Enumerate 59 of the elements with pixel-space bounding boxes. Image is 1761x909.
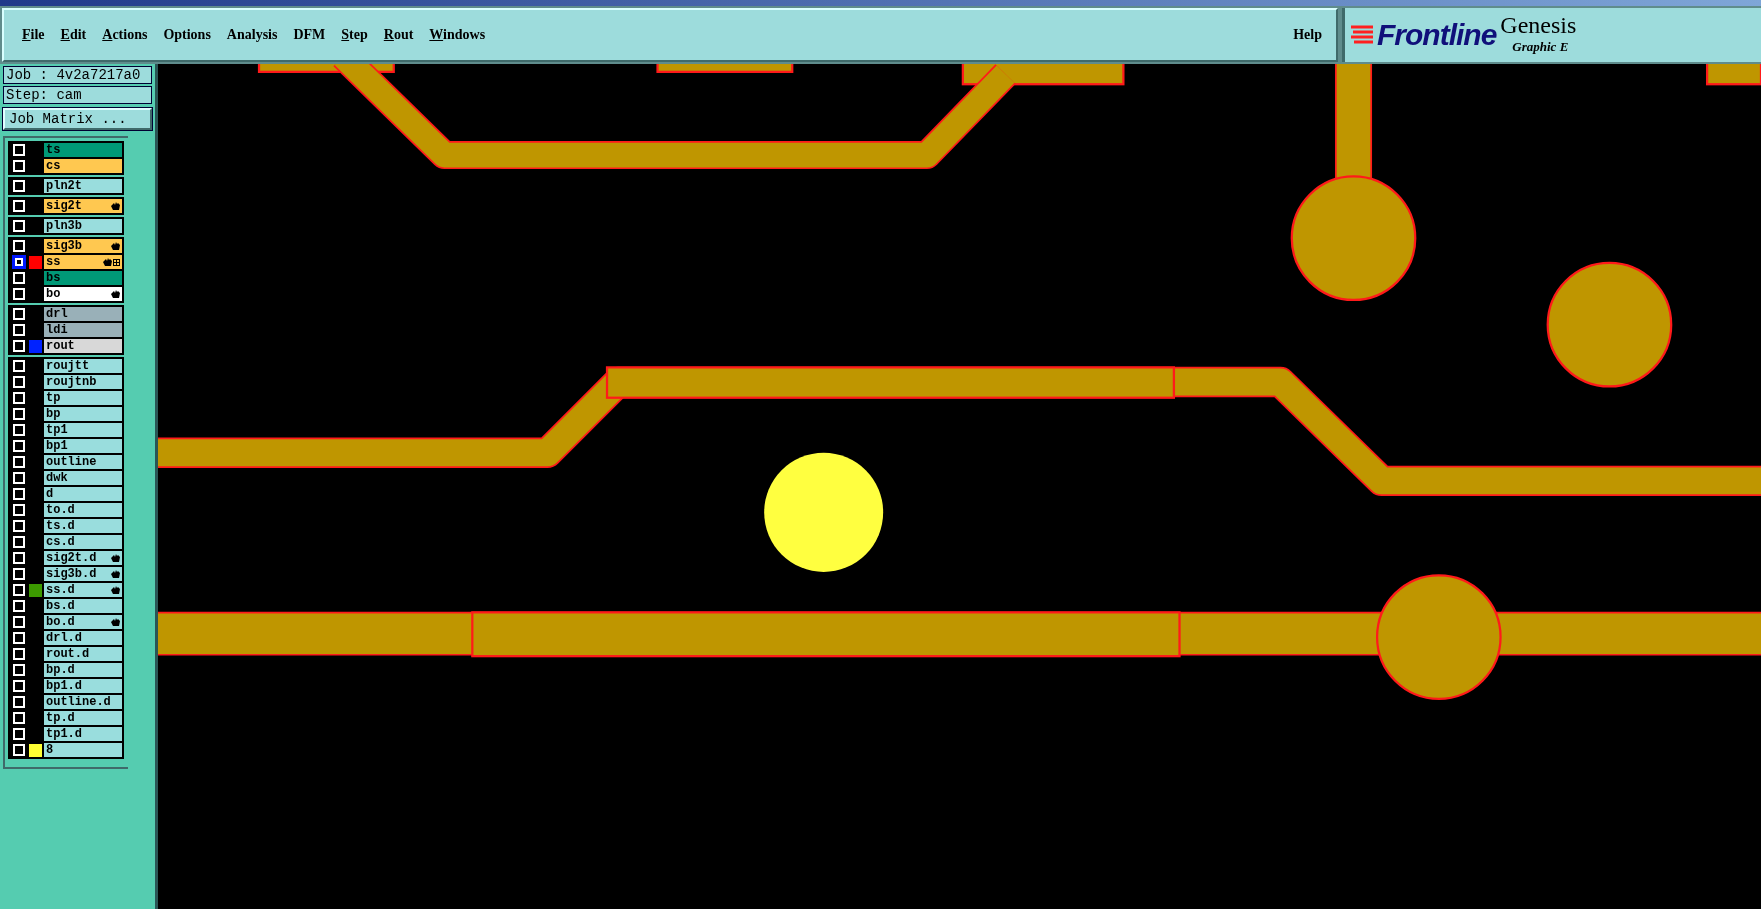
product-subtitle: Graphic E xyxy=(1511,38,1570,55)
layer-name[interactable]: drl xyxy=(44,307,122,321)
grid-icon xyxy=(113,258,120,266)
layer-name[interactable]: ts xyxy=(44,143,122,157)
layer-name[interactable]: sig3b.d xyxy=(44,567,122,581)
product-name: Genesis xyxy=(1500,11,1577,39)
layer-name[interactable]: drl.d xyxy=(44,631,122,645)
layer-name[interactable]: roujtnb xyxy=(44,375,122,389)
layer-name[interactable]: bp1 xyxy=(44,439,122,453)
layer-name[interactable]: pln3b xyxy=(44,219,122,233)
layer-name[interactable]: bo xyxy=(44,287,122,301)
job-matrix-button[interactable]: Job Matrix ... xyxy=(3,108,152,130)
speed-lines-icon xyxy=(1351,25,1373,45)
layer-name[interactable]: pln2t xyxy=(44,179,122,193)
layer-name[interactable]: cs.d xyxy=(44,535,122,549)
layer-name[interactable]: cs xyxy=(44,159,122,173)
layer-name[interactable]: bp xyxy=(44,407,122,421)
layer-name[interactable]: bs xyxy=(44,271,122,285)
layer-name[interactable]: rout.d xyxy=(44,647,122,661)
layer-name[interactable]: ss xyxy=(44,255,122,269)
layer-name[interactable]: tp1 xyxy=(44,423,122,437)
menu-item[interactable]: Options xyxy=(155,23,219,47)
menu-item[interactable]: Step xyxy=(333,23,376,47)
layer-name[interactable]: 8 xyxy=(44,743,122,757)
menu-item[interactable]: File xyxy=(14,23,53,47)
layer-name[interactable]: bp.d xyxy=(44,663,122,677)
layer-name[interactable]: ts.d xyxy=(44,519,122,533)
layer-name[interactable]: outline xyxy=(44,455,122,469)
layer-name[interactable]: bs.d xyxy=(44,599,122,613)
layer-name[interactable]: tp xyxy=(44,391,122,405)
menu-item[interactable]: DFM xyxy=(285,23,334,47)
layer-name[interactable]: ldi xyxy=(44,323,122,337)
step-label: Step: cam xyxy=(3,86,152,104)
menu-item[interactable]: Analysis xyxy=(218,23,286,47)
layer-name[interactable]: ss.d xyxy=(44,583,122,597)
layer-name[interactable]: d xyxy=(44,487,122,501)
menu-item[interactable]: Rout xyxy=(375,23,422,47)
layer-name[interactable]: dwk xyxy=(44,471,122,485)
layer-name[interactable]: roujtt xyxy=(44,359,122,373)
layer-name[interactable]: bp1.d xyxy=(44,679,122,693)
layer-name[interactable]: to.d xyxy=(44,503,122,517)
hand-icon xyxy=(111,618,120,626)
job-label: Job : 4v2a7217a0 xyxy=(3,66,152,84)
menu-item[interactable]: Windows xyxy=(421,23,494,47)
layer-name[interactable]: sig2t xyxy=(44,199,122,213)
layer-checkbox[interactable] xyxy=(12,255,26,269)
layer-name[interactable]: rout xyxy=(44,339,122,353)
hand-icon xyxy=(111,290,120,298)
help-menu[interactable]: Help xyxy=(1285,23,1330,47)
layer-name[interactable]: sig3b xyxy=(44,239,122,253)
layer-name[interactable]: bo.d xyxy=(44,615,122,629)
layer-name[interactable]: tp.d xyxy=(44,711,122,725)
hand-icon xyxy=(111,202,120,210)
menu-item[interactable]: Edit xyxy=(52,23,95,47)
layer-name[interactable]: tp1.d xyxy=(44,727,122,741)
brand-name: Frontline xyxy=(1377,18,1497,52)
menu-item[interactable]: Actions xyxy=(94,23,156,47)
layer-name[interactable]: sig2t.d xyxy=(44,551,122,565)
layer-name[interactable]: outline.d xyxy=(44,695,122,709)
